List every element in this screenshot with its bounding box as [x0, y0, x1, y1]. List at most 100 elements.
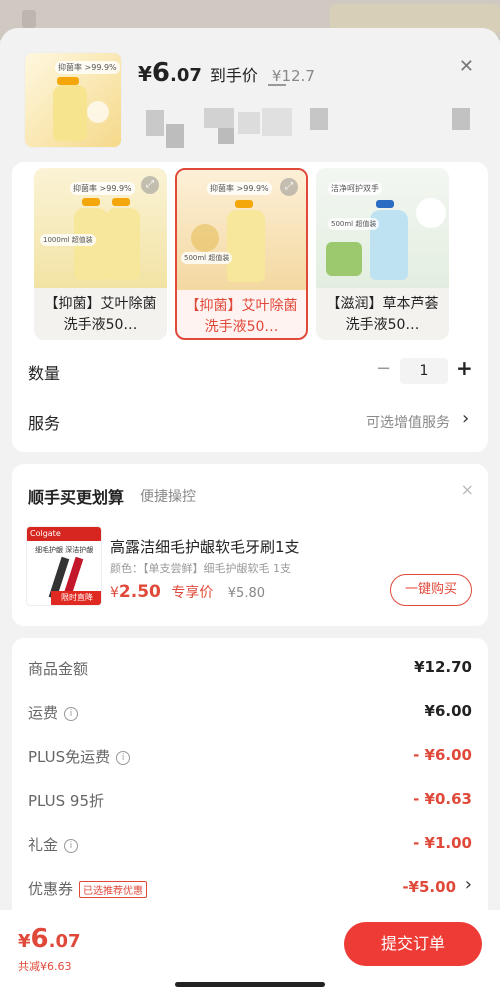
plus-button[interactable]: + [456, 356, 473, 380]
expand-icon[interactable]: ⤢ [141, 176, 159, 194]
one-click-buy-button[interactable]: 一键购买 [390, 574, 472, 606]
info-icon[interactable]: i [116, 750, 131, 765]
blurred-text [166, 124, 184, 148]
variant-option-2[interactable]: 抑菌率 >99.9% 500ml 超值装 ⤢ 【抑菌】艾叶除菌洗手液50… [175, 168, 308, 340]
promo-badge: 限时直降 [51, 591, 101, 605]
bottle-pump [112, 198, 130, 206]
summary-row-gift-money: 礼金 i - ¥1.00 [28, 830, 472, 860]
bundle-original-price: ¥5.80 [227, 586, 265, 601]
original-price: ¥12.7 [271, 67, 315, 85]
variant-badge: 抑菌率 >99.9% [207, 182, 272, 195]
summary-value: - ¥6.00 [413, 746, 472, 764]
service-label: 服务 [28, 414, 61, 433]
bundle-price-row: ¥2.50 专享价 ¥5.80 [110, 582, 265, 602]
bottle-shape [227, 210, 265, 282]
bundle-title: 顺手买更划算 [28, 488, 125, 507]
total-price: ¥6.07 [18, 924, 81, 954]
thumb-badge: 抑菌率 >99.9% [55, 61, 120, 74]
variant-label: 【滋润】草本芦荟洗手液50… [326, 296, 439, 333]
bubble-shape [191, 224, 219, 252]
brand-strip: Colgate [27, 527, 101, 541]
price-currency: ¥ [138, 62, 152, 86]
summary-label: 运费 [28, 704, 59, 722]
summary-row-coupon[interactable]: 优惠券 已选推荐优惠 -¥5.00 › [28, 874, 472, 904]
info-icon[interactable]: i [64, 838, 79, 853]
image-caption: 细毛护龈 深洁护龈 [35, 546, 94, 554]
summary-label: 优惠券 [28, 880, 74, 898]
blurred-text [310, 108, 328, 130]
summary-row-plus-free-shipping: PLUS免运费 i - ¥6.00 [28, 742, 472, 772]
variant-badge: 洁净呵护双手 [328, 182, 382, 195]
summary-card: 商品金额 ¥12.70 运费 i ¥6.00 PLUS免运费 i - ¥6.00 P… [12, 638, 488, 938]
bundle-currency: ¥ [110, 585, 119, 601]
price-decimal: .07 [170, 65, 202, 86]
bundle-subtitle: 便捷操控 [140, 489, 196, 505]
variant-option-1[interactable]: 抑菌率 >99.9% 1000ml 超值装 ⤢ 【抑菌】艾叶除菌洗手液50… [34, 168, 167, 340]
summary-row-goods: 商品金额 ¥12.70 [28, 654, 472, 684]
summary-label: PLUS 95折 [28, 792, 105, 810]
summary-label: 商品金额 [28, 660, 89, 678]
coupon-tag: 已选推荐优惠 [79, 881, 148, 898]
info-icon[interactable]: i [64, 706, 79, 721]
blurred-text [238, 112, 260, 134]
summary-label-wrap: 运费 i [28, 702, 79, 723]
chevron-right-icon[interactable]: › [462, 408, 469, 429]
total-integer: 6 [30, 924, 49, 954]
blurred-text [204, 108, 234, 128]
price-label: 到手价 [209, 66, 258, 85]
checkout-bar: ¥6.07 共减¥6.63 提交订单 [0, 910, 500, 994]
bottle-pump [82, 198, 100, 206]
home-indicator [175, 982, 325, 987]
product-thumbnail[interactable]: 抑菌率 >99.9% [24, 52, 122, 148]
spec-card: 抑菌率 >99.9% 1000ml 超值装 ⤢ 【抑菌】艾叶除菌洗手液50… 抑… [12, 162, 488, 452]
variant-label: 【抑菌】艾叶除菌洗手液50… [44, 296, 157, 333]
summary-label-wrap: PLUS免运费 i [28, 746, 131, 767]
close-icon[interactable]: ✕ [459, 56, 474, 77]
bubble-shape [87, 101, 109, 123]
variant-volume: 500ml 超值装 [181, 252, 233, 264]
summary-value: ¥12.70 [414, 658, 472, 676]
bundle-price: 2.50 [118, 582, 161, 602]
summary-label-wrap: 礼金 i [28, 834, 79, 855]
summary-value: - ¥0.63 [413, 790, 472, 808]
expand-icon[interactable]: ⤢ [280, 178, 298, 196]
close-icon[interactable]: × [461, 480, 474, 499]
bundle-product-name[interactable]: 高露洁细毛护龈软毛牙刷1支 [110, 536, 300, 557]
summary-value: -¥5.00 [402, 878, 456, 896]
service-value[interactable]: 可选增值服务 [366, 412, 450, 432]
bundle-price-tag: 专享价 [171, 585, 214, 601]
blurred-text [146, 110, 164, 136]
summary-value: - ¥1.00 [413, 834, 472, 852]
quantity-input[interactable]: 1 [400, 358, 448, 384]
variant-badge: 抑菌率 >99.9% [70, 182, 135, 195]
aloe-shape [326, 242, 362, 276]
blurred-text [452, 108, 470, 130]
order-sheet: 抑菌率 >99.9% ¥ 6 .07 到手价 ¥12.7 ✕ 抑菌率 >99.9… [0, 28, 500, 994]
bottle-shape [53, 85, 87, 141]
submit-order-button[interactable]: 提交订单 [344, 922, 482, 966]
total-currency: ¥ [18, 931, 31, 952]
summary-row-shipping: 运费 i ¥6.00 [28, 698, 472, 728]
summary-row-plus-discount: PLUS 95折 - ¥0.63 [28, 786, 472, 816]
bundle-product-spec: 颜色：【单支尝鲜】细毛护龈软毛 1支 [110, 562, 291, 575]
variant-label: 【抑菌】艾叶除菌洗手液50… [185, 298, 298, 335]
bottle-pump [235, 200, 253, 208]
summary-label: 礼金 [28, 836, 59, 854]
flower-shape [416, 198, 446, 228]
chevron-right-icon[interactable]: › [465, 874, 472, 895]
minus-button[interactable]: − [376, 358, 391, 379]
bottle-shape [106, 208, 140, 280]
total-decimal: .07 [48, 931, 81, 952]
blurred-text [218, 128, 234, 144]
current-price: ¥ 6 .07 到手价 ¥12.7 [138, 58, 315, 88]
blurred-text [262, 108, 292, 136]
underline-mark [268, 84, 286, 86]
summary-label-wrap: 优惠券 已选推荐优惠 [28, 878, 148, 899]
blurred-logo [22, 10, 36, 28]
variant-option-3[interactable]: 洁净呵护双手 500ml 超值装 【滋润】草本芦荟洗手液50… [316, 168, 449, 340]
total-saved: 共减¥6.63 [18, 960, 72, 973]
bottle-pump [57, 77, 79, 85]
toothbrush-image[interactable]: Colgate 细毛护龈 深洁护龈 限时直降 [26, 526, 102, 606]
variant-image: 洁净呵护双手 500ml 超值装 [316, 168, 449, 288]
price-integer: 6 [151, 58, 171, 88]
